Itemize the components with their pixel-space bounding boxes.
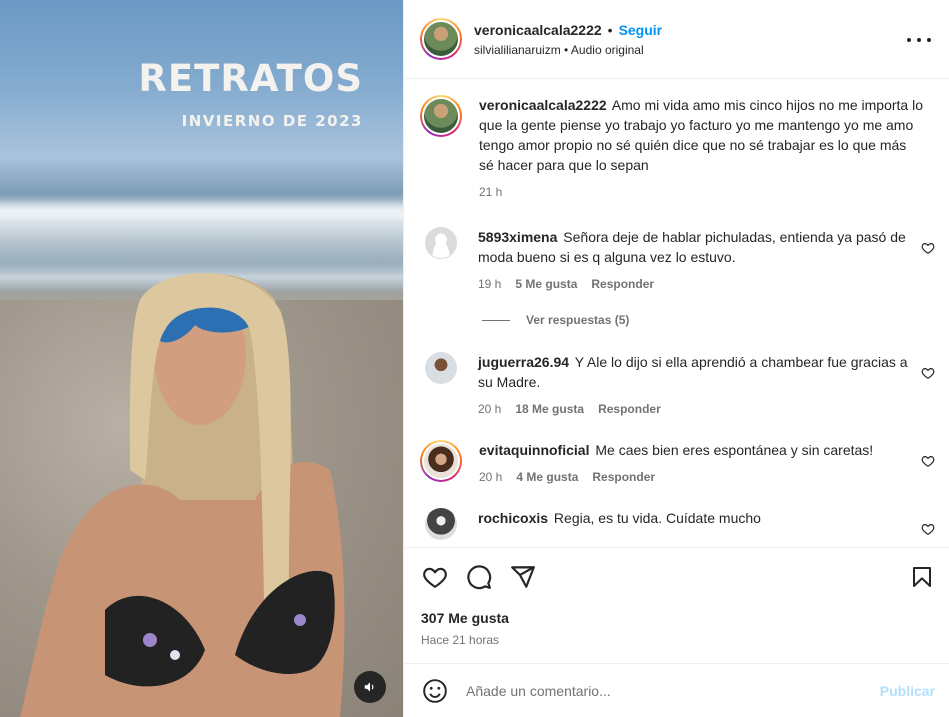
caption-username[interactable]: veronicaalcala2222 [479, 97, 607, 113]
comment-username[interactable]: evitaquinnoficial [479, 442, 589, 458]
comment-likes[interactable]: 5 Me gusta [515, 277, 577, 291]
like-heart-icon[interactable] [422, 564, 448, 590]
view-replies-label: Ver respuestas (5) [526, 313, 630, 327]
overlay-title: RETRATOS [138, 57, 363, 100]
author-avatar[interactable] [420, 18, 462, 60]
commenter-avatar[interactable] [425, 352, 457, 384]
post-header: veronicaalcala2222 • Seguir silvialilian… [404, 0, 949, 79]
like-comment-heart-icon[interactable] [921, 366, 935, 380]
overlay-subtitle: INVIERNO DE 2023 [181, 112, 363, 130]
portrait-photo [20, 273, 345, 717]
more-options-icon[interactable] [907, 30, 931, 50]
replies-divider [482, 319, 510, 321]
comment-time: 19 h [478, 277, 502, 291]
comment-username[interactable]: juguerra26.94 [478, 354, 569, 370]
emoji-icon[interactable] [422, 678, 448, 704]
audio-toggle-button[interactable] [354, 671, 386, 703]
audio-link[interactable]: Audio original [571, 43, 644, 57]
commenter-avatar[interactable] [420, 440, 462, 482]
comment-item: evitaquinnoficial Me caes bien eres espo… [420, 440, 935, 484]
share-icon[interactable] [510, 564, 536, 590]
follow-button[interactable]: Seguir [619, 22, 663, 38]
comment-time: 20 h [478, 402, 502, 416]
view-replies-button[interactable]: Ver respuestas (5) [482, 313, 935, 327]
comments-list[interactable]: veronicaalcala2222 Amo mi vida amo mis c… [404, 79, 949, 547]
like-comment-heart-icon[interactable] [921, 241, 935, 255]
add-comment-bar: Publicar [404, 663, 949, 717]
comment-item: rochicoxis Regia, es tu vida. Cuídate mu… [420, 508, 935, 540]
reply-button[interactable]: Responder [598, 402, 661, 416]
caption-time: 21 h [479, 185, 503, 199]
speaker-icon [364, 682, 374, 692]
comment-username[interactable]: 5893ximena [478, 229, 557, 245]
commenter-avatar[interactable] [425, 227, 457, 259]
caption-avatar[interactable] [420, 95, 462, 137]
likes-count[interactable]: 307 Me gusta [421, 610, 509, 626]
comment-item: 5893ximena Señora deje de hablar pichula… [420, 227, 935, 291]
caption: veronicaalcala2222 Amo mi vida amo mis c… [420, 95, 935, 199]
comment-icon[interactable] [466, 564, 492, 590]
post-modal: RETRATOS INVIERNO DE 2023 veronicaalcala… [0, 0, 949, 717]
comment-item: juguerra26.94 Y Ale lo dijo si ella apre… [420, 352, 935, 416]
like-comment-heart-icon[interactable] [921, 454, 935, 468]
separator: • [564, 42, 569, 57]
publish-button[interactable]: Publicar [880, 683, 935, 699]
reply-button[interactable]: Responder [592, 470, 655, 484]
comment-text: Regia, es tu vida. Cuídate mucho [553, 510, 761, 526]
comment-likes[interactable]: 18 Me gusta [515, 402, 584, 416]
commenter-avatar[interactable] [425, 508, 457, 540]
post-actions: 307 Me gusta Hace 21 horas Publicar [404, 547, 949, 717]
comment-likes[interactable]: 4 Me gusta [516, 470, 578, 484]
audio-user-link[interactable]: silvialilianaruizm [474, 43, 561, 57]
reply-button[interactable]: Responder [591, 277, 654, 291]
like-comment-heart-icon[interactable] [921, 522, 935, 536]
comment-time: 20 h [479, 470, 503, 484]
author-username[interactable]: veronicaalcala2222 [474, 22, 602, 38]
post-time: Hace 21 horas [421, 633, 500, 647]
comment-text: Me caes bien eres espontánea y sin caret… [595, 442, 874, 458]
save-bookmark-icon[interactable] [910, 564, 934, 590]
comment-username[interactable]: rochicoxis [478, 510, 548, 526]
post-side-panel: veronicaalcala2222 • Seguir silvialilian… [403, 0, 949, 717]
post-media[interactable]: RETRATOS INVIERNO DE 2023 [0, 0, 403, 717]
separator: • [607, 21, 613, 38]
comment-input[interactable] [466, 682, 880, 699]
